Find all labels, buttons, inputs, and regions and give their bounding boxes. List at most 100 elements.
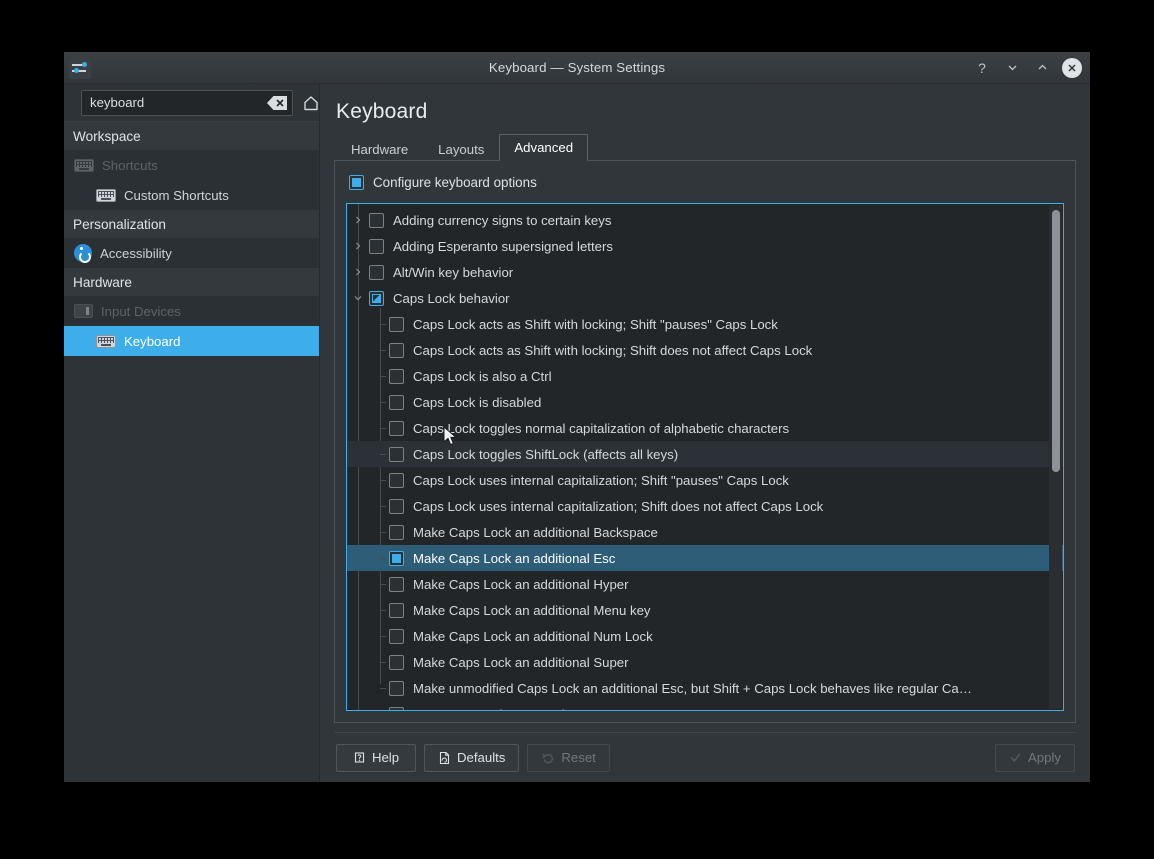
settings-sliders-icon bbox=[69, 56, 91, 79]
tree-row[interactable]: Caps Lock is disabled bbox=[347, 389, 1063, 415]
tree-row-label: Caps Lock is also a Ctrl bbox=[413, 368, 552, 384]
tree-row[interactable]: Caps Lock is also a Ctrl bbox=[347, 363, 1063, 389]
chevron-right-icon[interactable] bbox=[347, 215, 369, 225]
tree-row-label: Caps Lock is disabled bbox=[413, 394, 542, 410]
tree-branch-dash bbox=[380, 662, 386, 663]
page-title: Keyboard bbox=[336, 100, 428, 123]
tree-row[interactable]: Make Caps Lock an additional Esc bbox=[347, 545, 1063, 571]
tree-row-checkbox[interactable] bbox=[389, 680, 404, 696]
tree-row-checkbox[interactable] bbox=[389, 576, 404, 592]
tree-row[interactable]: Caps Lock uses internal capitalization; … bbox=[347, 467, 1063, 493]
accessibility-icon bbox=[74, 244, 92, 263]
tree-row-checkbox[interactable] bbox=[389, 342, 404, 358]
tree-branch-dash bbox=[380, 350, 386, 351]
tree-row-label: Adding currency signs to certain keys bbox=[393, 212, 612, 228]
configure-keyboard-options-row[interactable]: Configure keyboard options bbox=[346, 171, 1064, 193]
sidebar-item-custom-shortcuts[interactable]: Custom Shortcuts bbox=[64, 180, 319, 210]
tree-row[interactable]: Caps Lock toggles ShiftLock (affects all… bbox=[347, 441, 1063, 467]
clear-text-icon[interactable] bbox=[266, 95, 288, 111]
tree-branch-dash bbox=[380, 454, 386, 455]
tree-row-label: Make Caps Lock an additional Hyper bbox=[413, 576, 629, 592]
tree-row[interactable]: Caps Lock uses internal capitalization; … bbox=[347, 493, 1063, 519]
defaults-button-label: Defaults bbox=[457, 750, 506, 765]
maximize-icon[interactable] bbox=[1032, 58, 1052, 78]
sidebar-item-shortcuts[interactable]: Shortcuts bbox=[64, 150, 319, 180]
tree-row[interactable]: Make Caps Lock an additional Super bbox=[347, 649, 1063, 675]
tree-row[interactable]: Make Caps Lock an additional Backspace bbox=[347, 519, 1063, 545]
tree-row-checkbox[interactable] bbox=[369, 238, 384, 254]
tree-row[interactable]: Caps Lock acts as Shift with locking; Sh… bbox=[347, 337, 1063, 363]
tree-scrollbar[interactable] bbox=[1049, 205, 1062, 709]
apply-button[interactable]: Apply bbox=[995, 743, 1075, 772]
tree-row[interactable]: Adding Esperanto supersigned letters bbox=[347, 233, 1063, 259]
tree-row-checkbox[interactable] bbox=[369, 290, 384, 306]
checkmark-icon bbox=[1010, 753, 1021, 762]
tree-rows-container: Adding currency signs to certain keys Add… bbox=[347, 204, 1063, 710]
tree-row-label: Adding Esperanto supersigned letters bbox=[393, 238, 613, 254]
help-button-label: Help bbox=[371, 750, 400, 765]
tree-row[interactable]: Make Caps Lock an additional Hyper bbox=[347, 571, 1063, 597]
tree-scrollbar-thumb[interactable] bbox=[1052, 210, 1060, 473]
minimize-icon[interactable] bbox=[1002, 58, 1022, 78]
sidebar-item-input-devices[interactable]: Input Devices bbox=[64, 296, 319, 326]
tree-row-checkbox[interactable] bbox=[389, 602, 404, 618]
tree-row[interactable]: Caps Lock acts as Shift with locking; Sh… bbox=[347, 311, 1063, 337]
sidebar-nav-list: Workspace Shortcuts Custom Shortcuts Per… bbox=[64, 122, 319, 782]
tree-branch-dash bbox=[380, 688, 386, 689]
tab-advanced[interactable]: Advanced bbox=[499, 134, 589, 161]
sidebar-item-accessibility[interactable]: Accessibility bbox=[64, 238, 319, 268]
tree-row-checkbox[interactable] bbox=[369, 212, 384, 228]
help-titlebar-button[interactable]: ? bbox=[972, 58, 992, 78]
tab-hardware[interactable]: Hardware bbox=[336, 136, 424, 161]
tree-row-checkbox[interactable] bbox=[389, 420, 404, 436]
tree-row-checkbox[interactable] bbox=[389, 394, 404, 410]
tree-row[interactable]: Caps Lock behavior bbox=[347, 285, 1063, 311]
tab-layouts[interactable]: Layouts bbox=[423, 136, 500, 161]
tree-row[interactable]: Make unmodified Caps Lock an additional … bbox=[347, 675, 1063, 701]
tree-row-checkbox[interactable] bbox=[389, 524, 404, 540]
tree-row-checkbox[interactable] bbox=[389, 628, 404, 644]
tree-row-checkbox[interactable] bbox=[389, 368, 404, 384]
tree-row-checkbox[interactable] bbox=[389, 446, 404, 462]
reset-button-label: Reset bbox=[561, 750, 596, 765]
help-button[interactable]: Help bbox=[336, 743, 416, 772]
configure-keyboard-options-checkbox[interactable] bbox=[349, 174, 364, 190]
search-input[interactable] bbox=[90, 95, 266, 110]
tree-row-checkbox[interactable] bbox=[389, 316, 404, 332]
tree-row-label: Make Caps Lock an additional Esc bbox=[413, 550, 616, 566]
tree-row-checkbox[interactable] bbox=[389, 706, 404, 710]
document-revert-icon bbox=[439, 751, 450, 764]
keyboard-options-tree[interactable]: Adding currency signs to certain keys Add… bbox=[346, 203, 1064, 711]
reset-button[interactable]: Reset bbox=[527, 743, 610, 772]
tree-branch-dash bbox=[380, 402, 386, 403]
tree-row[interactable]: Make Caps Lock an additional Menu key bbox=[347, 597, 1063, 623]
tree-row-checkbox[interactable] bbox=[389, 654, 404, 670]
tree-row[interactable]: Make Caps Lock an additional Num Lock bbox=[347, 623, 1063, 649]
home-icon[interactable] bbox=[301, 93, 321, 113]
main-panel: Keyboard Hardware Layouts Advanced Confi… bbox=[320, 84, 1090, 782]
tree-row-label: Caps Lock behavior bbox=[393, 290, 510, 306]
chevron-right-icon[interactable] bbox=[347, 267, 369, 277]
keyboard-icon bbox=[96, 334, 116, 348]
chevron-down-icon[interactable] bbox=[347, 293, 369, 303]
tree-row-checkbox[interactable] bbox=[389, 550, 404, 566]
tree-row[interactable]: Adding currency signs to certain keys bbox=[347, 207, 1063, 233]
tree-row[interactable]: Caps Lock toggles normal capitalization … bbox=[347, 415, 1063, 441]
tree-row-checkbox[interactable] bbox=[369, 264, 384, 280]
tree-row[interactable]: Swap ESC and Caps Lock bbox=[347, 701, 1063, 710]
chevron-right-icon[interactable] bbox=[347, 241, 369, 251]
close-icon[interactable] bbox=[1062, 57, 1082, 78]
tree-row-label: Caps Lock toggles normal capitalization … bbox=[413, 420, 790, 436]
search-box[interactable] bbox=[81, 89, 293, 116]
tree-row-checkbox[interactable] bbox=[389, 498, 404, 514]
sidebar-search-row bbox=[64, 84, 319, 122]
sidebar-item-keyboard[interactable]: Keyboard bbox=[64, 326, 319, 356]
sidebar-item-label: Input Devices bbox=[101, 303, 181, 319]
defaults-button[interactable]: Defaults bbox=[424, 743, 520, 772]
tree-row-label: Swap ESC and Caps Lock bbox=[413, 707, 568, 711]
tree-row[interactable]: Alt/Win key behavior bbox=[347, 259, 1063, 285]
sidebar-category-workspace: Workspace bbox=[64, 122, 319, 150]
tree-branch-dash bbox=[380, 558, 386, 559]
sidebar-category-personalization: Personalization bbox=[64, 210, 319, 238]
tree-row-checkbox[interactable] bbox=[389, 472, 404, 488]
